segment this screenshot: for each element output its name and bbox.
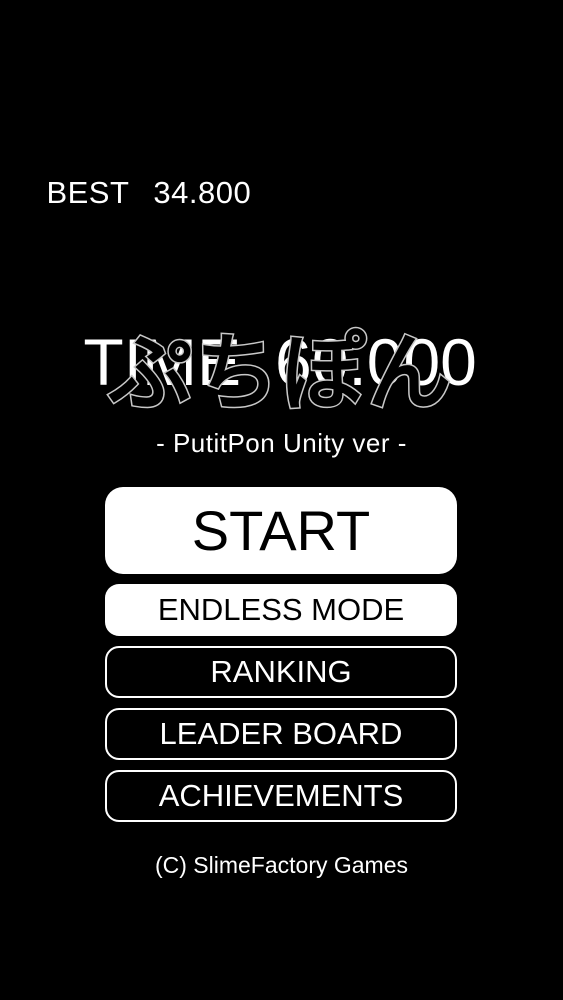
best-score-row: BEST 34.800: [10, 136, 477, 250]
best-value: 34.800: [153, 175, 252, 210]
achievements-button[interactable]: ACHIEVEMENTS: [105, 770, 457, 822]
game-logo-title: ぷちぽん: [108, 324, 454, 422]
game-logo: ぷちぽん: [0, 322, 563, 426]
best-label: BEST: [46, 175, 130, 210]
game-logo-graphic: ぷちぽん: [106, 323, 454, 424]
leader-board-button[interactable]: LEADER BOARD: [105, 708, 457, 760]
copyright-text: (C) SlimeFactory Games: [154, 852, 409, 878]
ranking-button[interactable]: RANKING: [105, 646, 457, 698]
start-button[interactable]: START: [105, 487, 457, 574]
endless-mode-button[interactable]: ENDLESS MODE: [105, 584, 457, 636]
game-subtitle: - PutitPon Unity ver -: [156, 428, 407, 458]
